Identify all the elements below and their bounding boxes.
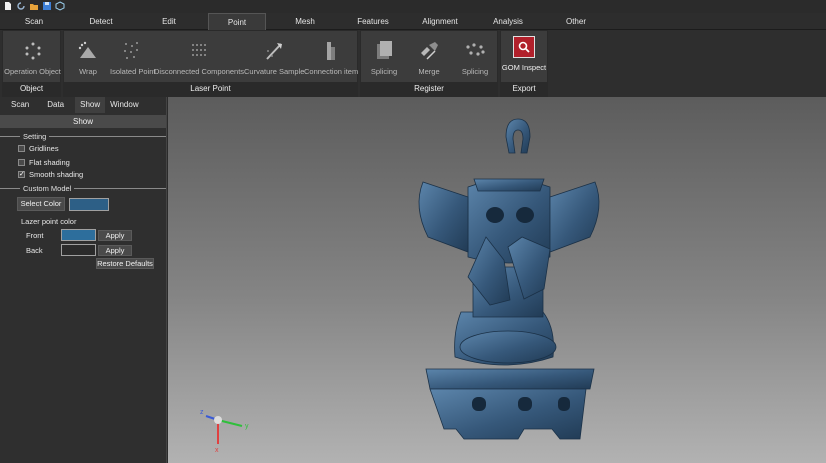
tab-scan[interactable]: Scan xyxy=(14,13,54,30)
custom-model-title: Custom Model xyxy=(20,183,75,194)
disconnected-components-label: Disconnected Components xyxy=(154,67,245,76)
gom-inspect-tool[interactable]: GOM Inspect xyxy=(501,34,547,81)
new-file-icon[interactable] xyxy=(3,1,13,11)
save-icon[interactable] xyxy=(42,1,52,11)
lazer-point-color-label: Lazer point color xyxy=(21,217,77,226)
panel-tab-window[interactable]: Window xyxy=(105,97,143,113)
panel-tabs: Scan Data Show Window xyxy=(0,97,166,113)
export-group-label: Export xyxy=(501,82,547,96)
axis-gizmo: y x z xyxy=(198,402,258,454)
x-axis-label: x xyxy=(215,447,219,452)
panel-tab-show[interactable]: Show xyxy=(75,97,106,113)
disconnected-components-icon xyxy=(192,44,206,56)
wrap-tool[interactable]: Wrap xyxy=(68,34,108,81)
z-axis-label: z xyxy=(200,409,204,416)
restore-defaults-button[interactable]: Restore Defaults xyxy=(96,258,154,269)
panel-header: Show xyxy=(0,115,166,128)
ribbon: Operation Object Object Wrap Isolated Po… xyxy=(0,30,826,97)
splicing-tool-2[interactable]: Splicing xyxy=(453,34,497,81)
isolated-point-tool[interactable]: Isolated Point xyxy=(110,34,156,81)
splicing-tool-1[interactable]: Splicing xyxy=(363,34,405,81)
setting-section: Setting Gridlines Flat shading ✓ Smooth s… xyxy=(0,131,166,180)
front-apply-button[interactable]: Apply xyxy=(98,229,132,241)
gom-inspect-icon xyxy=(513,36,535,58)
scanned-model[interactable] xyxy=(168,97,826,463)
check-mark-icon: ✓ xyxy=(18,170,25,178)
front-label: Front xyxy=(26,230,44,240)
refresh-icon[interactable] xyxy=(16,1,26,11)
3d-viewport[interactable]: y x z xyxy=(168,97,826,463)
front-color-swatch[interactable] xyxy=(61,229,96,241)
curvature-sample-tool[interactable]: Curvature Sample xyxy=(244,34,304,81)
flat-shading-label: Flat shading xyxy=(29,157,70,167)
y-axis-label: y xyxy=(245,423,249,430)
gridlines-label: Gridlines xyxy=(29,143,59,153)
setting-title: Setting xyxy=(20,131,50,142)
tab-edit[interactable]: Edit xyxy=(152,13,186,30)
tab-point[interactable]: Point xyxy=(208,13,266,30)
tab-analysis[interactable]: Analysis xyxy=(488,13,528,30)
merge-icon xyxy=(421,42,438,60)
gridlines-checkbox[interactable]: Gridlines xyxy=(0,142,166,154)
panel-tab-data[interactable]: Data xyxy=(42,97,69,113)
model-color-swatch[interactable] xyxy=(69,197,109,211)
back-color-swatch[interactable] xyxy=(61,244,96,256)
splicing-document-icon xyxy=(377,41,392,59)
connection-item-label: Connection item xyxy=(304,67,359,76)
tab-mesh[interactable]: Mesh xyxy=(288,13,322,30)
connection-item-icon xyxy=(327,42,335,60)
register-group: Splicing Merge Splicing Register xyxy=(360,30,498,97)
splicing-points-icon xyxy=(466,43,485,56)
operation-object-label: Operation Object xyxy=(4,67,61,76)
splicing-label-2: Splicing xyxy=(461,67,489,76)
register-group-label: Register xyxy=(361,82,497,96)
laser-point-group: Wrap Isolated Point Disconnected Compone… xyxy=(63,30,358,97)
tab-features[interactable]: Features xyxy=(352,13,394,30)
back-label: Back xyxy=(26,245,43,255)
checkbox-box xyxy=(18,158,25,166)
laser-point-group-label: Laser Point xyxy=(64,82,357,96)
checkbox-box xyxy=(18,144,25,152)
isolated-point-label: Isolated Point xyxy=(110,67,156,76)
splicing-label-1: Splicing xyxy=(370,67,398,76)
wrap-label: Wrap xyxy=(79,67,97,76)
smooth-shading-label: Smooth shading xyxy=(29,169,84,179)
select-color-button[interactable]: Select Color xyxy=(17,197,65,211)
gom-inspect-label: GOM Inspect xyxy=(501,63,547,72)
tab-alignment[interactable]: Alignment xyxy=(418,13,462,30)
ribbon-tabs: Scan Detect Edit Point Mesh Features Ali… xyxy=(0,13,826,30)
object-group-label: Object xyxy=(3,82,60,96)
quick-access-bar xyxy=(0,0,80,13)
connection-item-tool[interactable]: Connection item xyxy=(304,34,358,81)
operation-object-tool[interactable]: Operation Object xyxy=(3,34,62,81)
isolated-point-icon xyxy=(124,42,138,59)
dots-circle-icon xyxy=(25,42,40,60)
merge-tool[interactable]: Merge xyxy=(407,34,451,81)
panel-tab-scan[interactable]: Scan xyxy=(6,97,34,113)
wrap-icon xyxy=(78,41,96,58)
tab-other[interactable]: Other xyxy=(560,13,592,30)
axis-origin xyxy=(214,416,222,424)
tab-detect[interactable]: Detect xyxy=(82,13,120,30)
back-apply-button[interactable]: Apply xyxy=(98,244,132,256)
curvature-sample-icon xyxy=(266,43,282,60)
smooth-shading-checkbox[interactable]: ✓ Smooth shading xyxy=(0,168,166,180)
custom-model-section: Custom Model Select Color Lazer point co… xyxy=(0,183,166,308)
export-group: GOM Inspect Export xyxy=(500,30,548,97)
side-panel: Scan Data Show Window Show Setting Gridl… xyxy=(0,97,167,463)
app-window: Scan Detect Edit Point Mesh Features Ali… xyxy=(0,0,826,463)
object-group: Operation Object Object xyxy=(2,30,61,97)
disconnected-components-tool[interactable]: Disconnected Components xyxy=(154,34,244,81)
open-folder-icon[interactable] xyxy=(29,1,39,11)
merge-label: Merge xyxy=(418,67,440,76)
curvature-sample-label: Curvature Sample xyxy=(244,67,305,76)
cube-icon[interactable] xyxy=(55,1,65,11)
flat-shading-checkbox[interactable]: Flat shading xyxy=(0,156,166,168)
